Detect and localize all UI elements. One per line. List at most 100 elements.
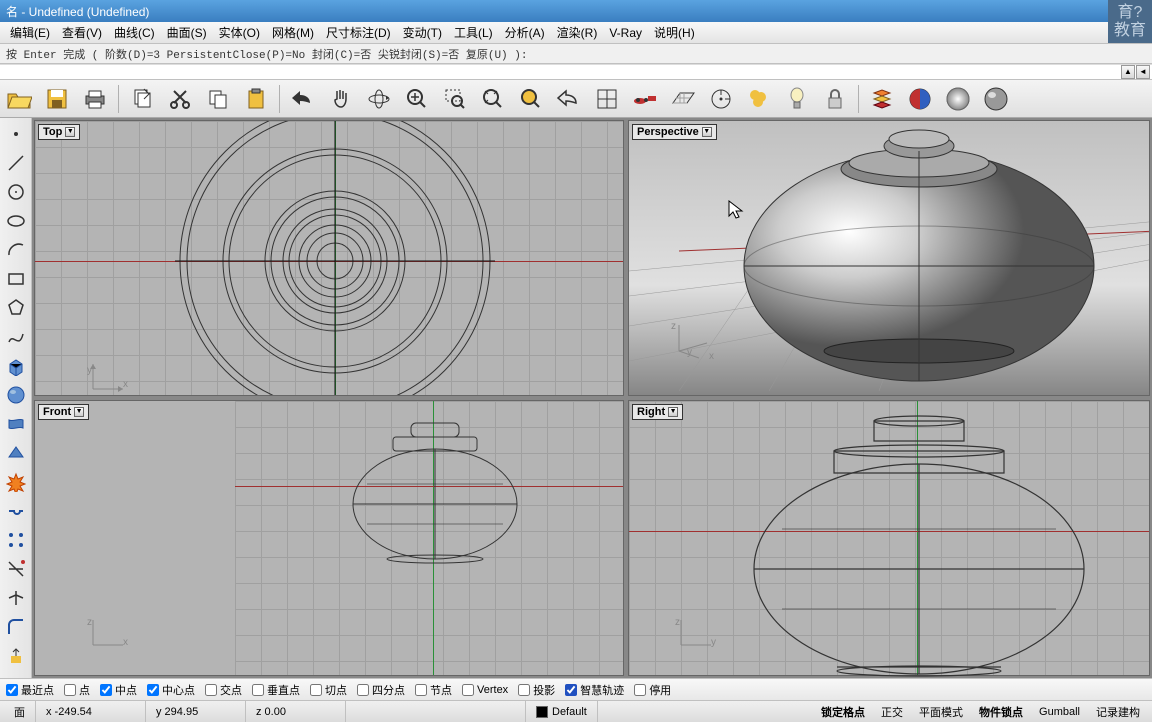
rotate-view-button[interactable] — [362, 83, 396, 115]
undo-view-button[interactable] — [552, 83, 586, 115]
cut-button[interactable] — [163, 83, 197, 115]
coord-x: x -249.54 — [36, 701, 146, 722]
render-button[interactable] — [941, 83, 975, 115]
explode-tool[interactable] — [2, 468, 30, 496]
cmd-scroll-left[interactable]: ◄ — [1136, 65, 1150, 79]
fillet-tool[interactable] — [2, 613, 30, 641]
viewport-top-label[interactable]: Top ▼ — [38, 124, 80, 140]
zoom-selected-button[interactable] — [514, 83, 548, 115]
menu-dimension[interactable]: 尺寸标注(D) — [320, 22, 397, 43]
zoom-window-button[interactable] — [438, 83, 472, 115]
menu-analyze[interactable]: 分析(A) — [499, 22, 551, 43]
curve-tool[interactable] — [2, 323, 30, 351]
osnap-intersection[interactable]: 交点 — [203, 682, 244, 698]
copy-button[interactable] — [201, 83, 235, 115]
osnap-tangent[interactable]: 切点 — [308, 682, 349, 698]
lock-button[interactable] — [818, 83, 852, 115]
watermark: 育? 教育 — [1108, 0, 1152, 43]
titlebar: 名 - Undefined (Undefined) — [0, 0, 1152, 22]
viewport-front[interactable]: Front ▼ z x — [34, 400, 624, 676]
trim-tool[interactable] — [2, 555, 30, 583]
dropdown-icon[interactable]: ▼ — [668, 407, 678, 417]
viewport-front-label[interactable]: Front ▼ — [38, 404, 89, 420]
viewport-right-label[interactable]: Right ▼ — [632, 404, 683, 420]
properties-button[interactable] — [903, 83, 937, 115]
zoom-extents-button[interactable] — [476, 83, 510, 115]
osnap-midpoint[interactable]: 中点 — [98, 682, 139, 698]
print-button[interactable] — [78, 83, 112, 115]
menu-tools[interactable]: 工具(L) — [448, 22, 499, 43]
layers-button[interactable] — [742, 83, 776, 115]
osnap-bar: 最近点 点 中点 中心点 交点 垂直点 切点 四分点 节点 Vertex 投影 … — [0, 678, 1152, 700]
menu-solid[interactable]: 实体(O) — [213, 22, 266, 43]
menu-curve[interactable]: 曲线(C) — [108, 22, 161, 43]
menu-help[interactable]: 说明(H) — [648, 22, 701, 43]
toggle-ortho[interactable]: 正交 — [873, 704, 911, 720]
join-tool[interactable] — [2, 497, 30, 525]
box-tool[interactable] — [2, 352, 30, 380]
dropdown-icon[interactable]: ▼ — [65, 127, 75, 137]
main-area: Top ▼ y x Perspective — [0, 118, 1152, 678]
viewport-top[interactable]: Top ▼ y x — [34, 120, 624, 396]
toggle-record[interactable]: 记录建构 — [1088, 704, 1148, 720]
cplane-button[interactable] — [666, 83, 700, 115]
save-button[interactable] — [40, 83, 74, 115]
osnap-point[interactable]: 点 — [62, 682, 92, 698]
circle-tool[interactable] — [2, 178, 30, 206]
osnap-smarttrack[interactable]: 智慧轨迹 — [563, 682, 626, 698]
undo-button[interactable] — [286, 83, 320, 115]
points-on-tool[interactable] — [2, 526, 30, 554]
point-tool[interactable] — [2, 120, 30, 148]
osnap-disable[interactable]: 停用 — [632, 682, 673, 698]
menu-vray[interactable]: V-Ray — [603, 24, 648, 42]
menu-view[interactable]: 查看(V) — [56, 22, 108, 43]
osnap-knot[interactable]: 节点 — [413, 682, 454, 698]
cmd-scroll-up[interactable]: ▲ — [1121, 65, 1135, 79]
arc-tool[interactable] — [2, 236, 30, 264]
copy-clip-button[interactable] — [125, 83, 159, 115]
layer-panel-button[interactable] — [865, 83, 899, 115]
menu-render[interactable]: 渲染(R) — [551, 22, 604, 43]
toggle-osnap[interactable]: 物件锁点 — [971, 704, 1031, 720]
surface-tool[interactable] — [2, 410, 30, 438]
set-cplane-button[interactable] — [704, 83, 738, 115]
toggle-gumball[interactable]: Gumball — [1031, 706, 1088, 718]
named-view-button[interactable] — [628, 83, 662, 115]
four-view-button[interactable] — [590, 83, 624, 115]
toggle-planar[interactable]: 平面模式 — [911, 704, 971, 720]
ellipse-tool[interactable] — [2, 207, 30, 235]
dropdown-icon[interactable]: ▼ — [702, 127, 712, 137]
osnap-center[interactable]: 中心点 — [145, 682, 197, 698]
paste-button[interactable] — [239, 83, 273, 115]
toggle-gridsnap[interactable]: 锁定格点 — [813, 704, 873, 720]
layer-indicator[interactable]: Default — [526, 701, 598, 722]
rect-tool[interactable] — [2, 265, 30, 293]
dropdown-icon[interactable]: ▼ — [74, 407, 84, 417]
open-button[interactable] — [2, 83, 36, 115]
osnap-vertex[interactable]: Vertex — [460, 684, 510, 696]
menu-mesh[interactable]: 网格(M) — [266, 22, 320, 43]
viewport-perspective-label[interactable]: Perspective ▼ — [632, 124, 717, 140]
polygon-tool[interactable] — [2, 294, 30, 322]
menu-surface[interactable]: 曲面(S) — [161, 22, 213, 43]
osnap-quadrant[interactable]: 四分点 — [355, 682, 407, 698]
sphere-tool[interactable] — [2, 381, 30, 409]
status-pane[interactable]: 面 — [4, 701, 36, 722]
viewport-perspective[interactable]: Perspective ▼ — [628, 120, 1150, 396]
split-tool[interactable] — [2, 584, 30, 612]
viewport-right[interactable]: Right ▼ z y — [628, 400, 1150, 676]
extrude-tool[interactable] — [2, 642, 30, 670]
osnap-project[interactable]: 投影 — [516, 682, 557, 698]
osnap-perpendicular[interactable]: 垂直点 — [250, 682, 302, 698]
menu-transform[interactable]: 变动(T) — [397, 22, 448, 43]
shade-button[interactable] — [979, 83, 1013, 115]
light-button[interactable] — [780, 83, 814, 115]
command-input[interactable]: ▲ ◄ — [0, 64, 1152, 80]
zoom-in-button[interactable] — [400, 83, 434, 115]
pan-button[interactable] — [324, 83, 358, 115]
osnap-nearest[interactable]: 最近点 — [4, 682, 56, 698]
line-tool[interactable] — [2, 149, 30, 177]
solid-tool[interactable] — [2, 439, 30, 467]
status-bar: 面 x -249.54 y 294.95 z 0.00 Default 锁定格点… — [0, 700, 1152, 722]
menu-edit[interactable]: 编辑(E) — [4, 22, 56, 43]
